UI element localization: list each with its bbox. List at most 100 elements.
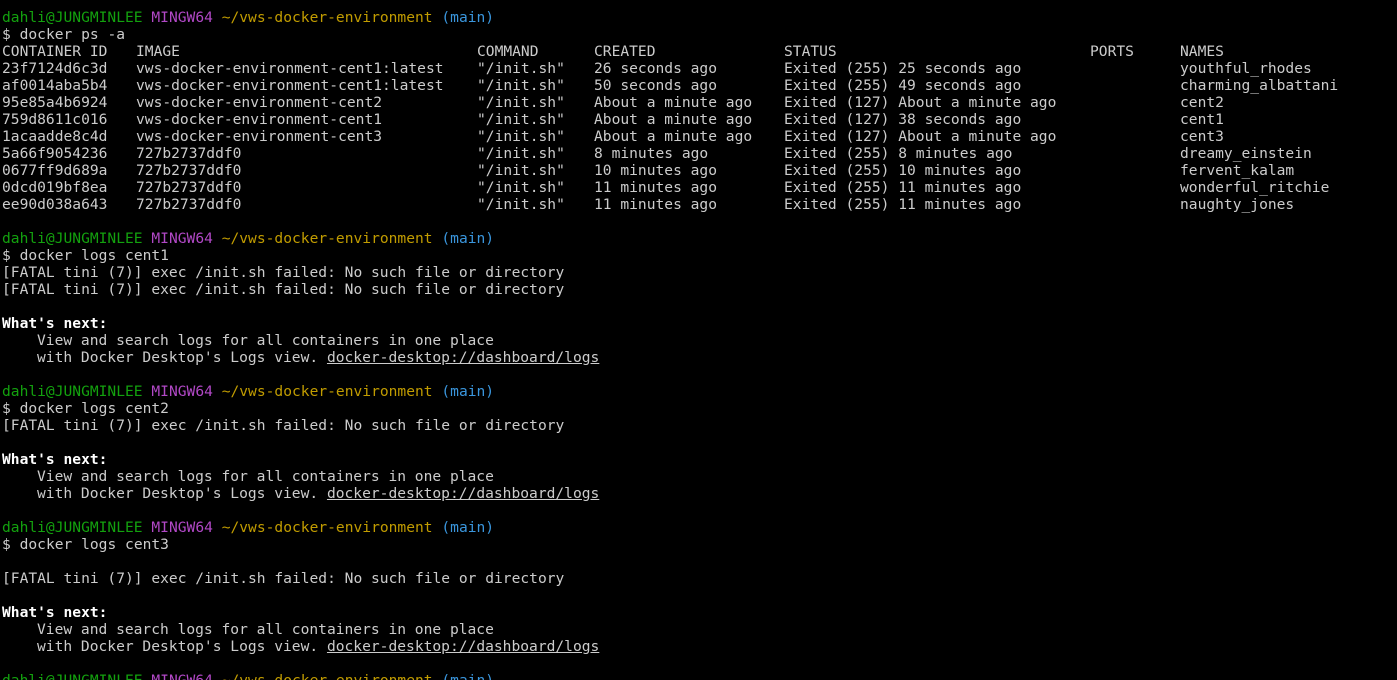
table-cell: 727b2737ddf0 <box>136 196 242 213</box>
prompt-path: ~/vws-docker-environment <box>221 230 433 247</box>
table-cell: 26 seconds ago <box>594 60 718 77</box>
command-line: $ docker logs cent3 <box>2 536 1397 553</box>
table-cell: cent3 <box>1180 128 1224 145</box>
log-output-line: [FATAL tini (7)] exec /init.sh failed: N… <box>2 570 565 587</box>
table-cell: vws-docker-environment-cent1:latest <box>136 77 444 94</box>
whats-next-title: What's next: <box>2 451 108 468</box>
table-cell: wonderful_ritchie <box>1180 179 1330 196</box>
prompt-user: dahli@JUNGMINLEE <box>2 9 143 26</box>
log-output-line: [FATAL tini (7)] exec /init.sh failed: N… <box>2 264 565 281</box>
table-cell: 10 minutes ago <box>594 162 718 179</box>
table-cell: 727b2737ddf0 <box>136 145 242 162</box>
prompt-symbol: $ <box>2 400 11 417</box>
terminal-window[interactable]: dahli@JUNGMINLEE MINGW64 ~/vws-docker-en… <box>0 0 1397 680</box>
table-cell: naughty_jones <box>1180 196 1295 213</box>
docker-desktop-logs-link[interactable]: docker-desktop://dashboard/logs <box>327 638 599 655</box>
log-output-line <box>2 553 1397 570</box>
command-text: docker logs cent3 <box>19 536 169 553</box>
whats-next-link-line: with Docker Desktop's Logs view. docker-… <box>2 638 1397 655</box>
table-cell: cent1 <box>1180 111 1224 128</box>
command-text: docker logs cent2 <box>19 400 169 417</box>
table-cell: 11 minutes ago <box>594 196 718 213</box>
table-cell: youthful_rhodes <box>1180 60 1312 77</box>
prompt-path: ~/vws-docker-environment <box>221 383 433 400</box>
table-row: 23f7124d6c3d vws-docker-environment-cent1… <box>2 60 1397 77</box>
command-line: $ docker logs cent1 <box>2 247 1397 264</box>
table-cell: 95e85a4b6924 <box>2 94 108 111</box>
table-cell: dreamy_einstein <box>1180 145 1312 162</box>
table-cell: Exited (255) 49 seconds ago <box>784 77 1022 94</box>
table-row: 759d8611c016 vws-docker-environment-cent1… <box>2 111 1397 128</box>
table-cell: "/init.sh" <box>477 60 565 77</box>
table-cell: CONTAINER ID <box>2 43 108 60</box>
prompt-branch: (main) <box>441 672 494 680</box>
table-row: 0dcd019bf8ea 727b2737ddf0 "/init.sh" 11 min… <box>2 179 1397 196</box>
table-cell: 5a66f9054236 <box>2 145 108 162</box>
docker-desktop-logs-link[interactable]: docker-desktop://dashboard/logs <box>327 349 599 366</box>
table-row: af0014aba5b4 vws-docker-environment-cent1… <box>2 77 1397 94</box>
table-row: 1acaadde8c4d vws-docker-environment-cent3… <box>2 128 1397 145</box>
prompt-branch: (main) <box>441 519 495 536</box>
whats-next-text: View and search logs for all containers … <box>37 621 494 638</box>
table-cell: 11 minutes ago <box>594 179 718 196</box>
table-cell: 0677ff9d689a <box>2 162 108 179</box>
prompt-symbol: $ <box>2 26 11 43</box>
table-cell: "/init.sh" <box>477 196 565 213</box>
table-cell: 0dcd019bf8ea <box>2 179 108 196</box>
table-cell: fervent_kalam <box>1180 162 1295 179</box>
prompt-path: ~/vws-docker-environment <box>221 519 433 536</box>
table-cell: PORTS <box>1090 43 1134 60</box>
prompt-user: dahli@JUNGMINLEE <box>2 383 143 400</box>
table-cell: "/init.sh" <box>477 94 565 111</box>
table-row: 0677ff9d689a 727b2737ddf0 "/init.sh" 10 min… <box>2 162 1397 179</box>
whats-next-title: What's next: <box>2 604 108 621</box>
prompt-system: MINGW64 <box>151 9 213 26</box>
table-cell: ee90d038a643 <box>2 196 108 213</box>
prompt-line: dahli@JUNGMINLEE MINGW64 ~/vws-docker-en… <box>2 9 1397 26</box>
table-cell: vws-docker-environment-cent1 <box>136 111 383 128</box>
table-cell: Exited (255) 11 minutes ago <box>784 179 1022 196</box>
prompt-line: dahli@JUNGMINLEE MINGW64 ~/vws-docker-en… <box>2 383 1397 400</box>
table-cell: 8 minutes ago <box>594 145 709 162</box>
log-output-line: [FATAL tini (7)] exec /init.sh failed: N… <box>2 417 565 434</box>
table-cell: 50 seconds ago <box>594 77 718 94</box>
table-cell: Exited (255) 10 minutes ago <box>784 162 1022 179</box>
prompt-system: MINGW64 <box>151 230 213 247</box>
table-cell: vws-docker-environment-cent1:latest <box>136 60 444 77</box>
docker-desktop-logs-link[interactable]: docker-desktop://dashboard/logs <box>327 485 599 502</box>
prompt-path: ~/vws-docker-environment <box>222 672 433 680</box>
table-cell: 727b2737ddf0 <box>136 162 242 179</box>
whats-next-link-line: with Docker Desktop's Logs view. docker-… <box>2 349 1397 366</box>
table-cell: vws-docker-environment-cent3 <box>136 128 383 145</box>
prompt-system: MINGW64 <box>151 383 213 400</box>
command-text: docker logs cent1 <box>19 247 169 264</box>
command-line: $ docker ps -a <box>2 26 1397 43</box>
table-cell: STATUS <box>784 43 837 60</box>
prompt-branch: (main) <box>441 9 495 26</box>
table-cell: Exited (127) 38 seconds ago <box>784 111 1022 128</box>
table-cell: "/init.sh" <box>477 77 565 94</box>
prompt-user: dahli@JUNGMINLEE <box>2 672 143 680</box>
prompt-line: dahli@JUNGMINLEE MINGW64 ~/vws-docker-en… <box>2 230 1397 247</box>
prompt-branch: (main) <box>441 383 495 400</box>
whats-next-text: View and search logs for all containers … <box>37 332 494 349</box>
command-line: $ docker logs cent2 <box>2 400 1397 417</box>
whats-next-prefix: with Docker Desktop's Logs view. <box>37 349 327 366</box>
table-cell: Exited (255) 8 minutes ago <box>784 145 1013 162</box>
prompt-user: dahli@JUNGMINLEE <box>2 519 143 536</box>
log-output-line: [FATAL tini (7)] exec /init.sh failed: N… <box>2 281 565 298</box>
table-cell: 23f7124d6c3d <box>2 60 108 77</box>
table-cell: About a minute ago <box>594 111 753 128</box>
table-cell: cent2 <box>1180 94 1224 111</box>
prompt-line: dahli@JUNGMINLEE MINGW64 ~/vws-docker-en… <box>2 672 1397 680</box>
table-cell: NAMES <box>1180 43 1224 60</box>
whats-next-prefix: with Docker Desktop's Logs view. <box>37 638 327 655</box>
table-cell: af0014aba5b4 <box>2 77 108 94</box>
table-cell: "/init.sh" <box>477 179 565 196</box>
whats-next-prefix: with Docker Desktop's Logs view. <box>37 485 327 502</box>
whats-next-text: View and search logs for all containers … <box>37 468 494 485</box>
